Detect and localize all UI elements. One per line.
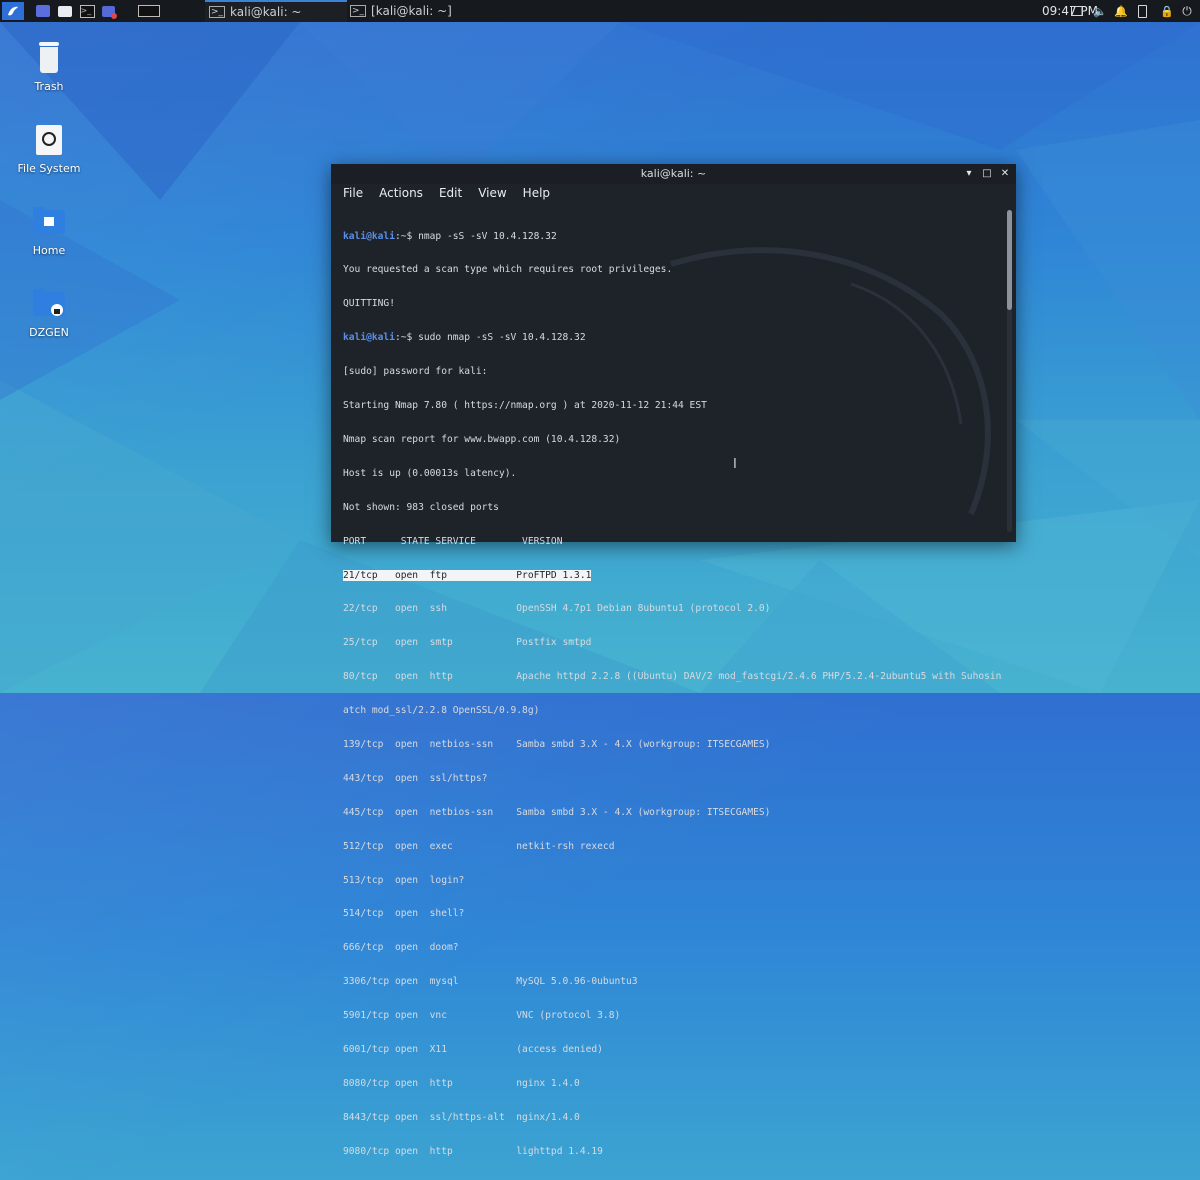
prompt-user: kali@kali [343, 332, 395, 344]
table-row: 139/tcp open netbios-ssn Samba smbd 3.X … [343, 738, 771, 750]
menu-actions[interactable]: Actions [371, 186, 431, 200]
table-row: 6001/tcp open X11 (access denied) [343, 1043, 603, 1055]
menu-bar: File Actions Edit View Help [331, 184, 1016, 202]
terminal-icon: >_ [350, 5, 367, 17]
desktop-icon-label: Trash [34, 80, 64, 93]
desktop-icon-trash[interactable]: Trash [9, 40, 89, 93]
output-line: You requested a scan type which requires… [343, 264, 673, 276]
taskbar-label: kali@kali: ~ [230, 5, 302, 19]
lock-icon[interactable]: 🔒 [1160, 2, 1174, 20]
taskbar-label: [kali@kali: ~] [371, 4, 452, 18]
kali-menu-button[interactable] [2, 2, 24, 20]
prompt-user: kali@kali [343, 230, 395, 242]
volume-icon[interactable]: 🔈 [1093, 2, 1107, 20]
maximize-button[interactable]: □ [982, 169, 992, 179]
terminal-window[interactable]: kali@kali: ~ ▾ □ ✕ File Actions Edit Vie… [331, 164, 1016, 1157]
home-folder-icon [31, 204, 67, 240]
desktop-icon-home[interactable]: Home [9, 204, 89, 257]
output-line: [sudo] password for kali: [343, 366, 488, 378]
desktop-icon-label: Home [32, 244, 66, 257]
table-row: 22/tcp open ssh OpenSSH 4.7p1 Debian 8ub… [343, 603, 771, 615]
desktop-icon-dzgen[interactable]: DZGEN [9, 286, 89, 339]
notification-bell-icon[interactable]: 🔔 [1114, 2, 1128, 20]
prompt-suffix: :~$ [394, 230, 419, 242]
table-row: 8443/tcp open ssl/https-alt nginx/1.4.0 [343, 1111, 580, 1123]
table-row: 9080/tcp open http lighttpd 1.4.19 [343, 1145, 603, 1157]
terminal-icon: >_ [209, 6, 226, 18]
menu-edit[interactable]: Edit [431, 186, 470, 200]
table-row: atch mod_ssl/2.2.8 OpenSSL/0.9.8g) [343, 705, 540, 717]
taskbar-terminal-window-2[interactable]: >_ [kali@kali: ~] [348, 0, 500, 22]
desktop-icon-label: File System [17, 162, 81, 175]
files-launcher-icon[interactable] [56, 2, 74, 20]
table-row: 80/tcp open http Apache httpd 2.2.8 ((Ub… [343, 671, 1003, 683]
output-line: Not shown: 983 closed ports [343, 501, 499, 513]
table-row: 8080/tcp open http nginx 1.4.0 [343, 1077, 580, 1089]
desktop-icon-label: DZGEN [29, 326, 69, 339]
scrollbar[interactable] [1007, 210, 1012, 532]
window-titlebar[interactable]: kali@kali: ~ ▾ □ ✕ [331, 164, 1016, 184]
command-line: kali@kali:~$ sudo nmap -sS -sV 10.4.128.… [343, 332, 1003, 343]
battery-icon[interactable] [1136, 2, 1148, 20]
table-row: 666/tcp open doom? [343, 942, 459, 954]
command-text: nmap -sS -sV 10.4.128.32 [418, 230, 557, 242]
table-row: 514/tcp open shell? [343, 908, 465, 920]
display-icon[interactable] [1070, 2, 1084, 20]
table-row: 443/tcp open ssl/https? [343, 772, 488, 784]
menu-view[interactable]: View [470, 186, 514, 200]
taskbar-terminal-window[interactable]: >_ kali@kali: ~ [205, 0, 347, 22]
locked-folder-icon [31, 286, 67, 322]
terminal-launcher-icon[interactable]: >_ [78, 2, 96, 20]
kali-dragon-icon [8, 6, 18, 16]
window-title: kali@kali: ~ [640, 167, 707, 180]
screenshot-launcher-icon[interactable] [99, 2, 117, 20]
prompt-suffix: :~$ [394, 332, 419, 344]
minimize-button[interactable]: ▾ [964, 169, 974, 179]
output-line: Nmap scan report for www.bwapp.com (10.4… [343, 433, 621, 445]
drive-icon [31, 122, 67, 158]
workspace-switcher-icon[interactable] [34, 2, 52, 20]
trash-icon [31, 40, 67, 76]
terminal-output[interactable]: kali@kali:~$ nmap -sS -sV 10.4.128.32 Yo… [343, 208, 1003, 1180]
table-row: 3306/tcp open mysql MySQL 5.0.96-0ubuntu… [343, 976, 638, 988]
desktop-icon-file-system[interactable]: File System [9, 122, 89, 175]
close-button[interactable]: ✕ [1000, 169, 1010, 179]
output-line: Host is up (0.00013s latency). [343, 467, 517, 479]
table-row: 5901/tcp open vnc VNC (protocol 3.8) [343, 1010, 621, 1022]
text-cursor-icon: I [733, 457, 737, 472]
taskbar-desktop-preview[interactable] [128, 0, 202, 22]
table-row: 512/tcp open exec netkit-rsh rexecd [343, 840, 615, 852]
output-line: QUITTING! [343, 298, 395, 310]
menu-help[interactable]: Help [515, 186, 558, 200]
command-line: kali@kali:~$ nmap -sS -sV 10.4.128.32 [343, 231, 1003, 242]
command-text: sudo nmap -sS -sV 10.4.128.32 [418, 332, 586, 344]
table-row: 445/tcp open netbios-ssn Samba smbd 3.X … [343, 806, 771, 818]
output-line: Starting Nmap 7.80 ( https://nmap.org ) … [343, 400, 707, 412]
top-panel: >_ >_ kali@kali: ~ >_ [kali@kali: ~] 09:… [0, 0, 1200, 22]
selected-row: 21/tcp open ftp ProFTPD 1.3.1 [343, 569, 1003, 581]
power-icon[interactable]: ⏻ [1180, 2, 1194, 20]
table-row: 513/tcp open login? [343, 874, 465, 886]
selection-highlight: 21/tcp open ftp ProFTPD 1.3.1 [343, 569, 592, 581]
scrollbar-thumb[interactable] [1007, 210, 1012, 310]
table-row: 25/tcp open smtp Postfix smtpd [343, 637, 592, 649]
table-header: PORT STATE SERVICE VERSION [343, 535, 563, 547]
menu-file[interactable]: File [335, 186, 371, 200]
